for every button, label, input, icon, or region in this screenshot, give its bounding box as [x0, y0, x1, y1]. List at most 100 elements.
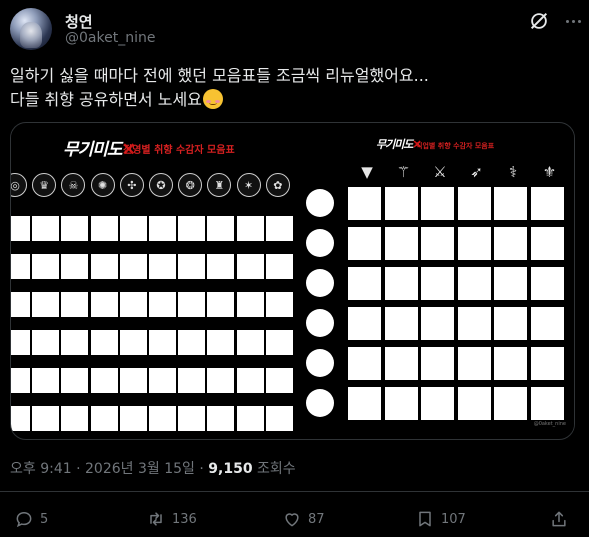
emblem-3-icon: ☠	[61, 173, 86, 197]
bookmark-count: 107	[441, 511, 466, 527]
repost-icon	[150, 512, 162, 526]
post-date[interactable]: 2026년 3월 15일	[85, 461, 195, 477]
left-grid-cell	[90, 292, 118, 317]
right-grid-cell	[457, 267, 491, 300]
right-grid-cell	[384, 267, 418, 300]
right-grid-cell	[494, 347, 527, 380]
left-grid-cell	[119, 406, 147, 431]
right-grid-cell	[457, 387, 491, 420]
right-grid-cell	[530, 307, 564, 340]
right-grid-cell	[494, 387, 527, 420]
emblem-4-icon: ✺	[90, 173, 115, 197]
left-grid-cell	[265, 406, 293, 431]
left-grid-cell	[11, 216, 30, 241]
grok-icon[interactable]	[528, 10, 550, 32]
right-grid-cell	[348, 387, 381, 420]
right-grid-cell	[384, 227, 418, 260]
emblem-10-icon: ✿	[265, 173, 290, 197]
image-watermark: @0aket_nine	[533, 421, 566, 427]
share-button[interactable]	[549, 505, 575, 533]
right-grid-cell	[457, 227, 491, 260]
left-grid-cell	[32, 254, 60, 279]
left-grid-cell	[236, 254, 264, 279]
crossed-swords-icon: ⚔	[433, 163, 447, 181]
left-grid-cell	[149, 330, 176, 355]
bow-icon: ➶	[470, 163, 483, 181]
left-grid-cell	[90, 216, 118, 241]
left-grid-cell	[178, 330, 206, 355]
left-grid-cell	[32, 368, 60, 393]
reply-icon	[16, 511, 32, 528]
left-grid-cell	[149, 216, 176, 241]
left-grid-cell	[90, 330, 118, 355]
emblem-2-icon: ♛	[32, 173, 57, 197]
post-media-image[interactable]: 무기미도✕ 진영별 취향 수감자 모음표 ◎ ♛ ☠ ✺ ✣ ✪ ❂ ♜ ✶ ✿ 무기미도✕ 직업…	[10, 122, 575, 440]
right-grid-cell	[494, 187, 527, 220]
repost-button[interactable]: 136	[146, 505, 197, 533]
right-grid-cell	[530, 347, 564, 380]
heart-icon	[285, 513, 299, 527]
post-text-line-2: 다들 취향 공유하면서 노세요	[10, 90, 202, 109]
left-grid-cell	[11, 406, 30, 431]
right-grid-cell	[384, 307, 418, 340]
avatar[interactable]	[10, 8, 52, 50]
right-grid-cell	[348, 347, 381, 380]
right-grid-cell	[494, 227, 527, 260]
right-grid-cell	[384, 387, 418, 420]
divider	[0, 491, 589, 492]
emblem-8-icon: ♜	[207, 173, 232, 197]
shield-icon: ▼	[361, 163, 373, 181]
right-grid-cell	[421, 227, 454, 260]
left-grid-cell	[61, 292, 89, 317]
left-grid-cell	[119, 368, 147, 393]
right-grid-cell	[384, 187, 418, 220]
right-grid-cell	[457, 347, 491, 380]
bookmark-button[interactable]: 107	[415, 505, 466, 533]
left-grid-cell	[265, 330, 293, 355]
right-grid-cell	[421, 387, 454, 420]
right-grid-cell	[530, 387, 564, 420]
left-grid-cell	[90, 368, 118, 393]
post-meta: 오후 9:41 · 2026년 3월 15일 · 9,150 조회수	[10, 461, 296, 477]
right-sheet-title: 직업별 취향 수감자 모음표	[416, 142, 495, 150]
emblem-7-icon: ❂	[178, 173, 203, 197]
left-grid-cell	[236, 406, 264, 431]
left-grid-cell	[90, 254, 118, 279]
post-time[interactable]: 오후 9:41	[10, 461, 72, 477]
left-grid-cell	[11, 254, 30, 279]
post-text: 일하기 싫을 때마다 전에 했던 모음표들 조금씩 리뉴얼했어요... 다들 취…	[10, 64, 570, 112]
left-grid-cell	[32, 292, 60, 317]
left-grid-cell	[61, 254, 89, 279]
left-grid-cell	[119, 330, 147, 355]
collection-sheet: 무기미도✕ 진영별 취향 수감자 모음표 ◎ ♛ ☠ ✺ ✣ ✪ ❂ ♜ ✶ ✿ 무기미도✕ 직업…	[11, 131, 574, 433]
left-grid-cell	[178, 216, 206, 241]
left-grid-cell	[236, 330, 264, 355]
trident-icon: ⚚	[396, 163, 411, 181]
wand-icon: ⚕	[508, 163, 518, 181]
reply-button[interactable]: 5	[14, 505, 48, 533]
left-grid-cell	[61, 368, 89, 393]
right-grid-cell	[421, 187, 454, 220]
like-count: 87	[308, 511, 325, 527]
reply-count: 5	[40, 511, 49, 527]
views-count: 9,150	[208, 461, 253, 477]
left-grid-cell	[61, 216, 89, 241]
author-name[interactable]: 청연	[65, 11, 93, 32]
left-grid-cell	[32, 216, 60, 241]
circle-slot	[306, 389, 334, 417]
faction-emblem-row: ◎ ♛ ☠ ✺ ✣ ✪ ❂ ♜ ✶ ✿	[11, 173, 306, 203]
circle-slot	[306, 189, 334, 217]
left-grid-cell	[265, 216, 293, 241]
left-grid-cell	[32, 330, 60, 355]
left-grid-cell	[119, 292, 147, 317]
left-grid-cell	[149, 292, 176, 317]
like-button[interactable]: 87	[282, 505, 325, 533]
more-options-icon[interactable]	[562, 10, 584, 32]
author-handle[interactable]: @0aket_nine	[65, 30, 155, 46]
smiling-face-emoji-icon	[202, 89, 223, 109]
right-game-logo: 무기미도✕	[376, 138, 422, 151]
right-grid-cell	[348, 267, 381, 300]
repost-count: 136	[172, 511, 197, 527]
left-grid-cell	[11, 368, 30, 393]
right-grid-cell	[348, 187, 381, 220]
